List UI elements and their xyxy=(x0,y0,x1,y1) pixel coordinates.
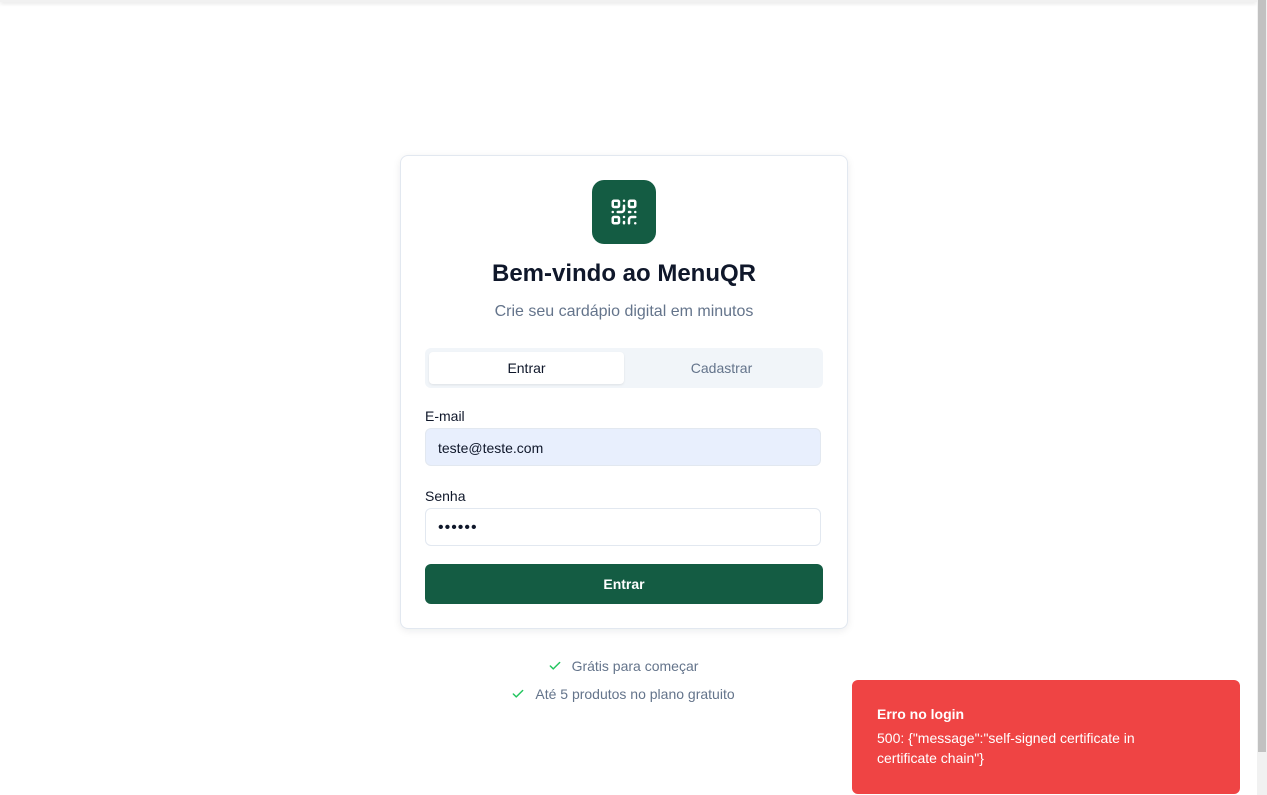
toast-title: Erro no login xyxy=(877,706,965,722)
feature-item: Grátis para começar xyxy=(400,652,846,680)
feature-text: Grátis para começar xyxy=(571,658,699,674)
feature-item: Até 5 produtos no plano gratuito xyxy=(400,680,846,708)
login-card: Bem-vindo ao MenuQR Crie seu cardápio di… xyxy=(400,155,848,629)
qr-code-icon xyxy=(592,180,656,244)
password-field[interactable]: •••••• xyxy=(425,508,821,546)
email-label: E-mail xyxy=(425,408,465,424)
page-subtitle: Crie seu cardápio digital em minutos xyxy=(494,303,754,320)
vertical-scrollbar[interactable] xyxy=(1257,0,1267,795)
tab-cadastrar[interactable]: Cadastrar xyxy=(624,352,819,384)
auth-tabs: Entrar Cadastrar xyxy=(425,348,823,388)
page-title: Bem-vindo ao MenuQR xyxy=(491,260,756,287)
login-button[interactable]: Entrar xyxy=(425,564,823,604)
feature-list: Grátis para começar Até 5 produtos no pl… xyxy=(400,652,846,708)
toast-message: 500: {"message":"self-signed certificate… xyxy=(877,730,1135,766)
scrollbar-thumb[interactable] xyxy=(1258,0,1266,752)
feature-text: Até 5 produtos no plano gratuito xyxy=(535,686,735,702)
error-toast[interactable]: Erro no login 500: {"message":"self-sign… xyxy=(852,680,1240,794)
password-label: Senha xyxy=(425,488,466,504)
tab-entrar[interactable]: Entrar xyxy=(429,352,624,384)
check-icon xyxy=(548,659,562,673)
top-bar-shadow xyxy=(0,0,1257,2)
email-field[interactable]: teste@teste.com xyxy=(425,428,821,466)
check-icon xyxy=(511,687,525,701)
